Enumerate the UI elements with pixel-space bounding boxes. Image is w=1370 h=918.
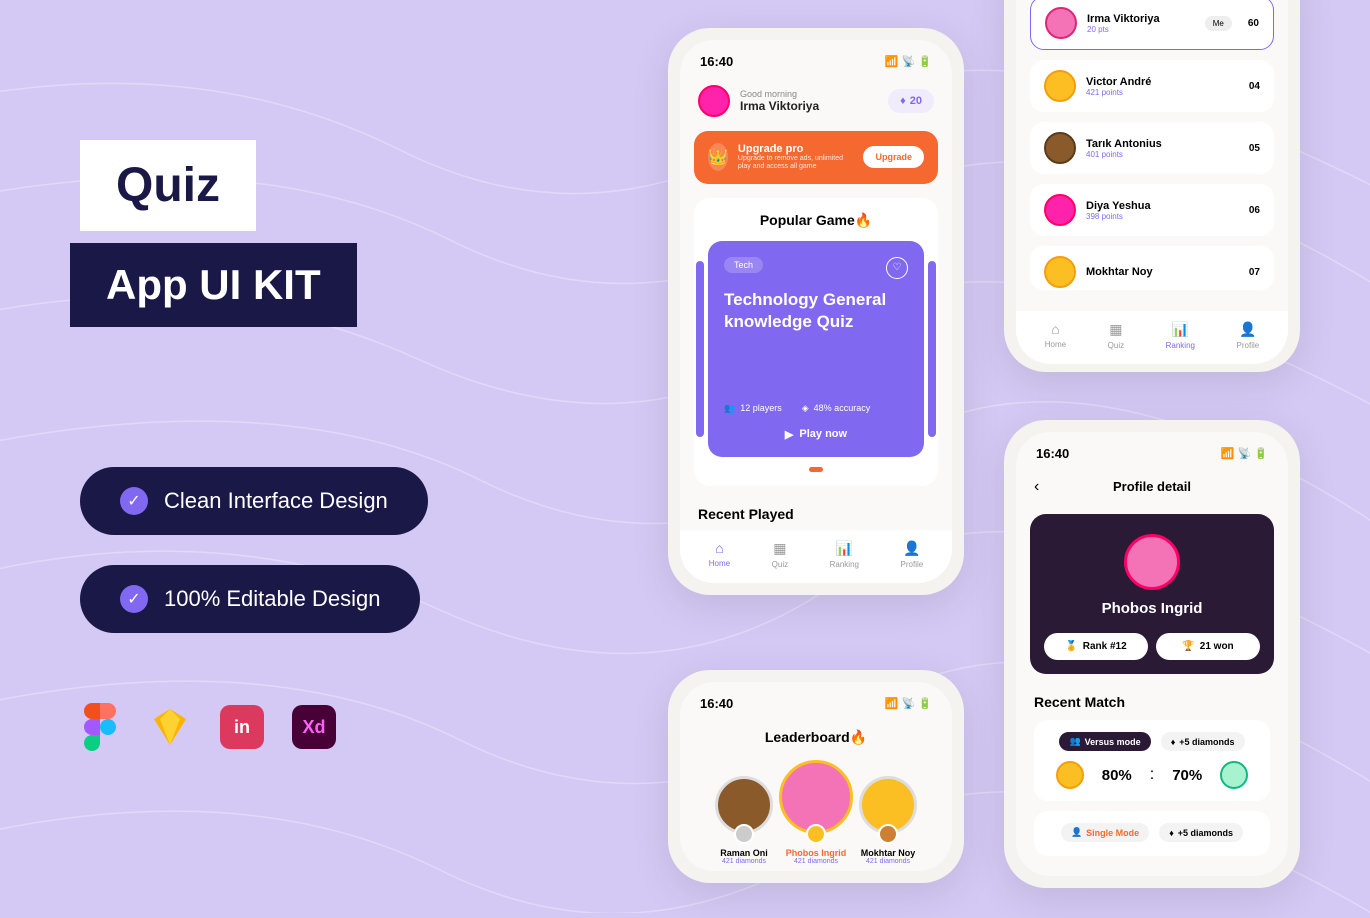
medal-icon	[878, 824, 898, 844]
rank-list: Irma Viktoriya20 pts Me 60 Victor André4…	[1016, 0, 1288, 290]
promo-section: Quiz App UI KIT ✓ Clean Interface Design…	[80, 140, 428, 751]
rank-row[interactable]: Diya Yeshua398 points 06	[1030, 184, 1274, 236]
avatar	[1044, 132, 1076, 164]
nav-profile[interactable]: 👤Profile	[901, 540, 924, 569]
nav-home[interactable]: ⌂Home	[1045, 321, 1066, 350]
sketch-icon	[148, 705, 192, 749]
tool-icons: in Xd	[80, 703, 428, 751]
user-header: Good morning Irma Viktoriya ♦ 20	[680, 77, 952, 131]
popular-title: Popular Game🔥	[708, 212, 924, 229]
status-bar: 16:40 📶 📡 🔋	[1016, 432, 1288, 469]
rank-row[interactable]: Tarık Antonius401 points 05	[1030, 122, 1274, 174]
bonus-chip: ♦ +5 diamonds	[1159, 823, 1243, 842]
phone-home: 16:40 📶 📡 🔋 Good morning Irma Viktoriya …	[668, 28, 964, 595]
avatar	[779, 760, 853, 834]
phone-leaderboard: 16:40 📶 📡 🔋 Leaderboard🔥 Raman Oni 421 d…	[668, 670, 964, 883]
nav-ranking[interactable]: 📊Ranking	[830, 540, 859, 569]
players-stat: 👥 12 players	[724, 403, 782, 414]
nav-quiz[interactable]: ▦Quiz	[1108, 321, 1124, 350]
avatar	[1044, 194, 1076, 226]
upgrade-button[interactable]: Upgrade	[863, 146, 924, 168]
quiz-title: Technology General knowledge Quiz	[724, 289, 908, 333]
play-button[interactable]: ▶ Play now	[724, 428, 908, 441]
xd-icon: Xd	[292, 705, 336, 749]
nav-home[interactable]: ⌂Home	[709, 540, 730, 569]
avatar[interactable]	[698, 85, 730, 117]
greeting-text: Good morning	[740, 89, 819, 99]
heart-icon[interactable]: ♡	[886, 257, 908, 279]
accuracy-stat: ◈ 48% accuracy	[802, 403, 870, 414]
lb-rank-2[interactable]: Raman Oni 421 diamonds	[715, 776, 773, 865]
avatar	[1056, 761, 1084, 789]
recent-match-header: Recent Match	[1034, 694, 1270, 710]
phone-profile: 16:40 📶 📡 🔋 ‹ Profile detail Phobos Ingr…	[1004, 420, 1300, 888]
phone-ranking: Raman Oni421 diamonds Phobos Ingrid421 d…	[1004, 0, 1300, 372]
match-card: 👤 Single Mode ♦ +5 diamonds	[1034, 811, 1270, 856]
rank-chip: 🏅 Rank #12	[1044, 633, 1148, 660]
bottom-nav: ⌂Home ▦Quiz 📊Ranking 👤Profile	[1016, 311, 1288, 364]
profile-avatar	[1124, 534, 1180, 590]
nav-ranking[interactable]: 📊Ranking	[1166, 321, 1195, 350]
mode-chip: 👥 Versus mode	[1059, 732, 1150, 751]
back-icon[interactable]: ‹	[1034, 478, 1039, 496]
username: Irma Viktoriya	[740, 99, 819, 113]
avatar	[1045, 7, 1077, 39]
bonus-chip: ♦ +5 diamonds	[1161, 732, 1245, 751]
rank-row[interactable]: Mokhtar Noy 07	[1030, 246, 1274, 290]
rank-row[interactable]: Victor André421 points 04	[1030, 60, 1274, 112]
medal-icon	[806, 824, 826, 844]
invision-icon: in	[220, 705, 264, 749]
lb-rank-1[interactable]: Phobos Ingrid 421 diamonds	[779, 760, 853, 865]
leaderboard-top3: Raman Oni 421 diamonds Phobos Ingrid 421…	[680, 760, 952, 871]
profile-header: ‹ Profile detail	[1016, 469, 1288, 504]
match-card: 👥 Versus mode ♦ +5 diamonds 80% : 70%	[1034, 720, 1270, 801]
upgrade-banner: 👑 Upgrade pro Upgrade to remove ads, unl…	[694, 131, 938, 184]
lb-rank-3[interactable]: Mokhtar Noy 421 diamonds	[859, 776, 917, 865]
avatar	[1220, 761, 1248, 789]
diamond-chip[interactable]: ♦ 20	[888, 89, 934, 113]
status-bar: 16:40 📶 📡 🔋	[680, 682, 952, 719]
bottom-nav: ⌂Home ▦Quiz 📊Ranking 👤Profile	[680, 530, 952, 583]
profile-card: Phobos Ingrid 🏅 Rank #12 🏆 21 won	[1030, 514, 1274, 674]
won-chip: 🏆 21 won	[1156, 633, 1260, 660]
quiz-tag: Tech	[724, 257, 763, 273]
avatar	[1044, 256, 1076, 288]
figma-icon	[80, 703, 120, 751]
feature-pill-2: ✓ 100% Editable Design	[80, 565, 420, 633]
quiz-icon: ▦	[773, 540, 786, 557]
recent-header: Recent Played	[680, 500, 952, 522]
pager	[708, 467, 924, 472]
avatar	[1044, 70, 1076, 102]
home-icon: ⌂	[715, 540, 723, 556]
rank-row-me[interactable]: Irma Viktoriya20 pts Me 60	[1030, 0, 1274, 50]
quiz-card[interactable]: Tech ♡ Technology General knowledge Quiz…	[708, 241, 924, 457]
mode-chip: 👤 Single Mode	[1061, 823, 1149, 842]
leaderboard-title: Leaderboard🔥	[680, 719, 952, 760]
nav-quiz[interactable]: ▦Quiz	[772, 540, 788, 569]
promo-title: Quiz	[80, 140, 256, 231]
check-icon: ✓	[120, 487, 148, 515]
popular-card: Popular Game🔥 Tech ♡ Technology General …	[694, 198, 938, 486]
status-icons: 📶 📡 🔋	[885, 55, 932, 68]
ranking-icon: 📊	[836, 540, 853, 557]
nav-profile[interactable]: 👤Profile	[1237, 321, 1260, 350]
medal-icon	[734, 824, 754, 844]
promo-subtitle: App UI KIT	[70, 243, 357, 327]
crown-icon: 👑	[708, 143, 728, 171]
me-chip: Me	[1205, 16, 1232, 31]
profile-icon: 👤	[903, 540, 920, 557]
feature-pill-1: ✓ Clean Interface Design	[80, 467, 428, 535]
status-bar: 16:40 📶 📡 🔋	[680, 40, 952, 77]
check-icon: ✓	[120, 585, 148, 613]
